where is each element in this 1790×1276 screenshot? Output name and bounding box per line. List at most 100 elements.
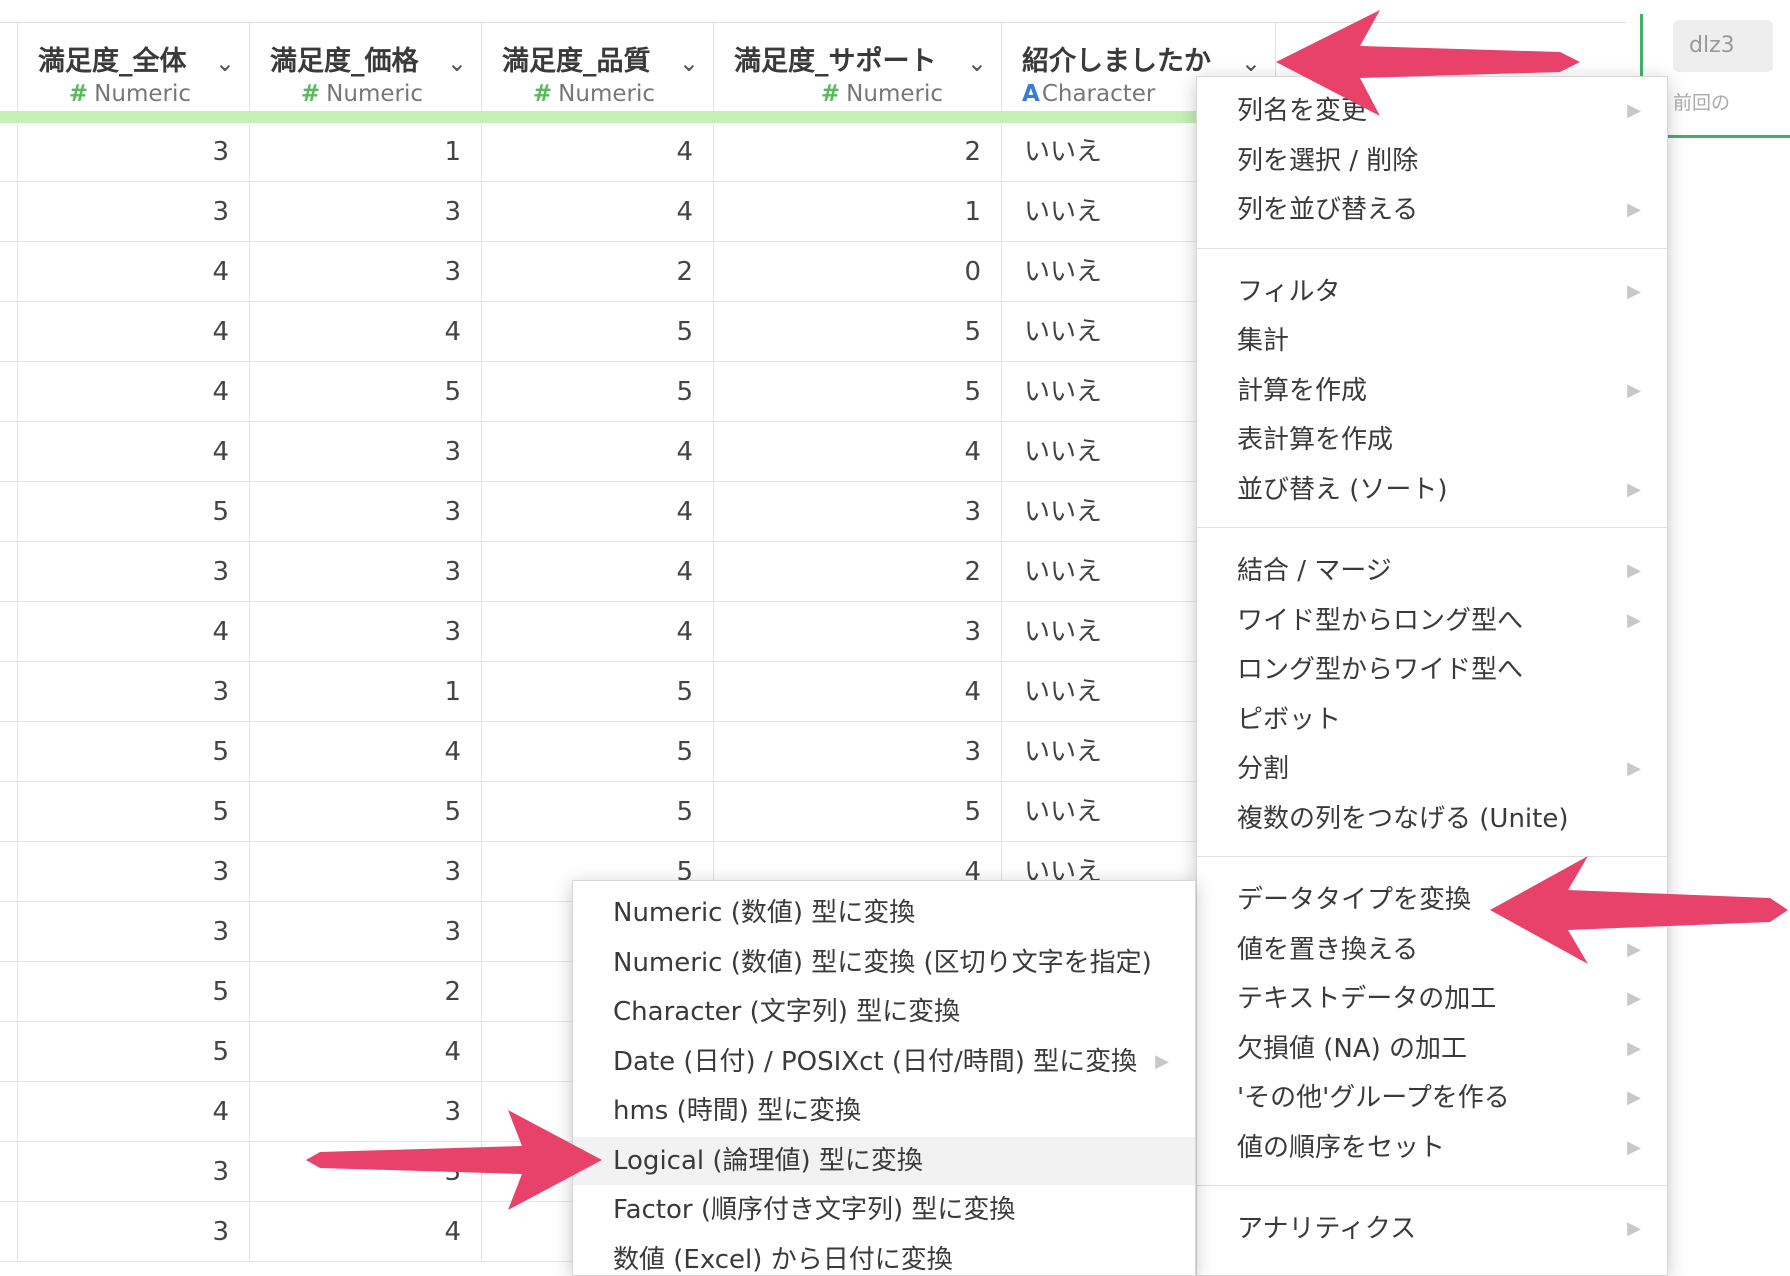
table-cell[interactable]: 5 (482, 302, 714, 362)
chevron-down-icon[interactable]: ⌄ (215, 49, 235, 77)
table-cell[interactable]: 5 (714, 782, 1002, 842)
column-header[interactable]: 満足度_品質 ⌄ # Numeric (482, 23, 714, 111)
column-header[interactable]: 満足度_価格 ⌄ # Numeric (250, 23, 482, 111)
table-cell[interactable]: 5 (18, 1022, 250, 1082)
table-cell[interactable]: 2 (714, 542, 1002, 602)
convert-type-item[interactable]: Numeric (数値) 型に変換 (区切り文字を指定) (573, 939, 1195, 987)
convert-type-item[interactable]: hms (時間) 型に変換 (573, 1087, 1195, 1135)
table-cell[interactable]: 1 (714, 182, 1002, 242)
table-cell[interactable]: 4 (714, 662, 1002, 722)
table-cell[interactable]: 4 (250, 1202, 482, 1262)
table-cell[interactable]: 4 (482, 422, 714, 482)
table-cell[interactable]: 5 (18, 722, 250, 782)
table-cell[interactable]: 5 (250, 782, 482, 842)
table-cell[interactable]: 3 (250, 1082, 482, 1142)
table-cell[interactable]: 4 (18, 302, 250, 362)
table-cell[interactable]: 4 (250, 722, 482, 782)
convert-type-item[interactable]: 数値 (Excel) から日付に変換 (573, 1236, 1195, 1276)
context-menu-item[interactable]: 表計算を作成 (1197, 416, 1667, 464)
context-menu-item[interactable]: ロング型からワイド型へ (1197, 646, 1667, 694)
context-menu-item[interactable]: 列名を変更 ▶ (1197, 87, 1667, 135)
table-cell[interactable]: 3 (18, 1142, 250, 1202)
context-menu-item[interactable]: 値の順序をセット ▶ (1197, 1124, 1667, 1172)
table-cell[interactable]: 4 (18, 602, 250, 662)
table-cell[interactable]: 3 (250, 542, 482, 602)
table-cell[interactable]: 3 (250, 182, 482, 242)
table-cell[interactable]: 3 (18, 662, 250, 722)
convert-type-item[interactable]: Character (文字列) 型に変換 (573, 988, 1195, 1036)
convert-type-item[interactable]: Factor (順序付き文字列) 型に変換 (573, 1186, 1195, 1234)
table-cell[interactable]: 4 (250, 1022, 482, 1082)
table-cell[interactable]: 3 (250, 902, 482, 962)
table-cell[interactable]: 5 (482, 662, 714, 722)
context-menu-item[interactable]: 計算を作成 ▶ (1197, 367, 1667, 415)
step-chip[interactable]: dlz3 (1673, 20, 1773, 72)
column-header[interactable]: 満足度_全体 ⌄ # Numeric (18, 23, 250, 111)
chevron-down-icon[interactable]: ⌄ (679, 49, 699, 77)
table-cell[interactable]: 3 (18, 122, 250, 182)
table-cell[interactable]: 5 (714, 302, 1002, 362)
table-cell[interactable]: 4 (482, 542, 714, 602)
context-menu-item[interactable]: 列を並び替える ▶ (1197, 186, 1667, 234)
table-cell[interactable]: 5 (714, 362, 1002, 422)
table-cell[interactable]: 5 (482, 722, 714, 782)
context-menu-item[interactable]: 欠損値 (NA) の加工 ▶ (1197, 1025, 1667, 1073)
table-cell[interactable]: 3 (250, 602, 482, 662)
table-cell[interactable]: 3 (714, 602, 1002, 662)
table-cell[interactable]: 5 (482, 362, 714, 422)
table-cell[interactable]: 4 (250, 302, 482, 362)
table-cell[interactable]: 3 (250, 422, 482, 482)
context-menu-item[interactable]: 集計 (1197, 317, 1667, 365)
table-cell[interactable]: 2 (714, 122, 1002, 182)
chevron-down-icon[interactable]: ⌄ (1241, 49, 1261, 77)
table-cell[interactable]: 4 (18, 242, 250, 302)
table-cell[interactable]: 3 (714, 482, 1002, 542)
table-cell[interactable]: 5 (482, 782, 714, 842)
table-cell[interactable]: 5 (18, 482, 250, 542)
table-cell[interactable]: 4 (482, 482, 714, 542)
table-cell[interactable]: 1 (250, 122, 482, 182)
table-cell[interactable]: 5 (18, 782, 250, 842)
context-menu-item[interactable]: データタイプを変換 ▶ (1197, 876, 1667, 924)
table-cell[interactable]: 4 (714, 422, 1002, 482)
context-menu-item[interactable]: ピボット (1197, 696, 1667, 744)
context-menu-item[interactable]: 'その他'グループを作る ▶ (1197, 1074, 1667, 1122)
context-menu-item[interactable]: ワイド型からロング型へ ▶ (1197, 597, 1667, 645)
table-cell[interactable]: 3 (250, 842, 482, 902)
table-cell[interactable]: 3 (18, 542, 250, 602)
table-cell[interactable]: 5 (18, 962, 250, 1022)
chevron-down-icon[interactable]: ⌄ (447, 49, 467, 77)
chevron-down-icon[interactable]: ⌄ (967, 49, 987, 77)
table-cell[interactable]: 2 (482, 242, 714, 302)
table-cell[interactable]: 0 (714, 242, 1002, 302)
context-menu-item[interactable]: 値を置き換える ▶ (1197, 926, 1667, 974)
table-cell[interactable]: 3 (18, 842, 250, 902)
table-cell[interactable]: 5 (250, 362, 482, 422)
table-cell[interactable]: 1 (250, 662, 482, 722)
context-menu-item[interactable]: 並び替え (ソート) ▶ (1197, 466, 1667, 514)
context-menu-item[interactable]: テキストデータの加工 ▶ (1197, 975, 1667, 1023)
table-cell[interactable]: 4 (482, 122, 714, 182)
table-cell[interactable]: 3 (18, 1202, 250, 1262)
table-cell[interactable]: 4 (482, 602, 714, 662)
table-cell[interactable]: 4 (18, 362, 250, 422)
convert-type-item[interactable]: Date (日付) / POSIXct (日付/時間) 型に変換 ▶ (573, 1038, 1195, 1086)
table-cell[interactable]: 4 (18, 422, 250, 482)
table-cell[interactable]: 4 (482, 182, 714, 242)
convert-type-item[interactable]: Numeric (数値) 型に変換 (573, 889, 1195, 937)
context-menu-item[interactable]: 分割 ▶ (1197, 745, 1667, 793)
table-cell[interactable]: 3 (250, 482, 482, 542)
table-cell[interactable]: 3 (250, 1142, 482, 1202)
context-menu-item[interactable]: 列を選択 / 削除 (1197, 137, 1667, 185)
context-menu-item[interactable]: 結合 / マージ ▶ (1197, 547, 1667, 595)
table-cell[interactable]: 3 (714, 722, 1002, 782)
context-menu-item[interactable]: 複数の列をつなげる (Unite) (1197, 795, 1667, 843)
convert-type-item[interactable]: Logical (論理値) 型に変換 (573, 1136, 1195, 1185)
context-menu-item[interactable]: アナリティクス ▶ (1197, 1205, 1667, 1253)
table-cell[interactable]: 3 (18, 182, 250, 242)
table-cell[interactable]: 3 (18, 902, 250, 962)
table-cell[interactable]: 3 (250, 242, 482, 302)
table-cell[interactable]: 2 (250, 962, 482, 1022)
table-cell[interactable]: 4 (18, 1082, 250, 1142)
context-menu-item[interactable]: フィルタ ▶ (1197, 268, 1667, 316)
